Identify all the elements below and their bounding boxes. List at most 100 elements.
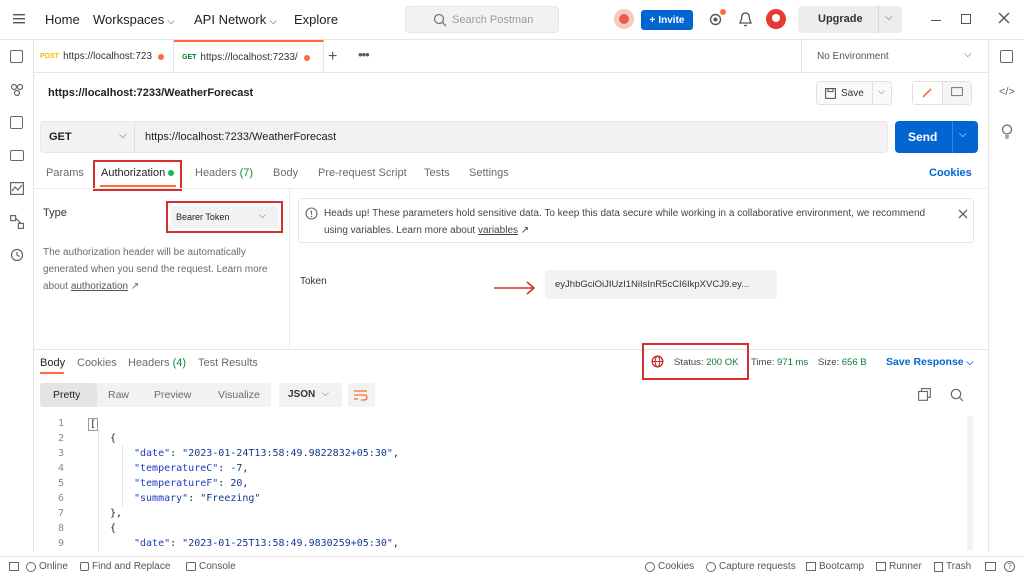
history-icon[interactable] <box>10 248 24 262</box>
view-mode-toggle <box>912 81 972 105</box>
user-avatar[interactable] <box>766 9 786 29</box>
highlight-box <box>93 160 182 191</box>
variables-link[interactable]: variables <box>478 225 518 236</box>
upgrade-button[interactable]: Upgrade ⌵ <box>798 6 902 33</box>
view-tab-visualize[interactable]: Visualize <box>218 389 260 401</box>
send-button[interactable]: Send ⌵ <box>895 121 978 153</box>
scrollbar[interactable] <box>967 416 973 550</box>
chevron-down-icon: ⌵ <box>966 357 974 367</box>
trash-button[interactable]: Trash <box>934 561 971 572</box>
save-icon <box>825 87 836 99</box>
chevron-down-icon[interactable]: ⌵ <box>885 12 893 23</box>
chevron-down-icon: ⌵ <box>322 388 329 398</box>
tab-tests[interactable]: Tests <box>424 167 450 179</box>
online-status[interactable]: Online <box>26 561 68 572</box>
collections-icon[interactable] <box>10 50 23 63</box>
comments-icon[interactable] <box>943 82 971 104</box>
right-sidebar: </> <box>988 40 1024 552</box>
nav-explore[interactable]: Explore <box>294 12 338 27</box>
help-icon[interactable]: ? <box>1004 561 1015 572</box>
view-mode-tabs: Pretty Raw Preview Visualize <box>40 383 271 407</box>
maximize-icon[interactable] <box>961 14 971 24</box>
status-bar: Online Find and Replace Console Cookies … <box>0 556 1024 576</box>
tab-get-request[interactable]: GET https://localhost:7233/ <box>174 40 324 73</box>
unsaved-dot <box>303 54 310 61</box>
tab-settings[interactable]: Settings <box>469 167 509 179</box>
url-input[interactable]: https://localhost:7233/WeatherForecast <box>145 131 336 143</box>
nav-workspaces[interactable]: Workspaces ⌵ <box>93 12 175 27</box>
tab-headers[interactable]: Headers (7) <box>195 167 253 179</box>
chevron-down-icon[interactable]: ⌵ <box>119 130 127 141</box>
invite-button[interactable]: + Invite <box>641 10 693 30</box>
left-sidebar <box>0 40 34 552</box>
save-response-button[interactable]: Save Response ⌵ <box>886 356 973 368</box>
response-tab-cookies[interactable]: Cookies <box>77 357 117 369</box>
lightbulb-icon[interactable] <box>1001 124 1013 139</box>
menu-icon[interactable] <box>13 14 25 24</box>
top-bar: Home Workspaces ⌵ API Network ⌵ Explore … <box>0 0 1024 40</box>
response-body-editor[interactable]: 1[ 2{ 3 "date": "2023-01-24T13:58:49.9822… <box>34 416 974 554</box>
mock-servers-icon[interactable] <box>10 150 24 161</box>
more-tabs-icon[interactable]: ••• <box>358 47 370 62</box>
search-input[interactable]: Search Postman <box>405 6 559 33</box>
security-notice: Heads up! These parameters hold sensitiv… <box>298 198 974 243</box>
cookie-icon <box>645 561 655 572</box>
cookies-link[interactable]: Cookies <box>929 167 972 179</box>
copy-icon[interactable] <box>918 388 931 401</box>
find-replace-button[interactable]: Find and Replace <box>80 561 170 572</box>
method-select[interactable]: GET <box>49 131 72 143</box>
nav-api-network[interactable]: API Network ⌵ <box>194 12 277 27</box>
search-icon[interactable] <box>950 388 964 402</box>
chevron-down-icon: ⌵ <box>269 16 277 26</box>
environment-selector[interactable]: No Environment <box>817 51 889 62</box>
response-tab-headers[interactable]: Headers (4) <box>128 357 186 369</box>
bell-icon[interactable] <box>739 12 752 27</box>
gear-icon[interactable] <box>708 9 726 27</box>
console-button[interactable]: Console <box>186 561 236 572</box>
tab-params[interactable]: Params <box>46 167 84 179</box>
capture-requests-button[interactable]: Capture requests <box>706 561 796 572</box>
request-name[interactable]: https://localhost:7233/WeatherForecast <box>48 87 253 99</box>
chevron-down-icon[interactable]: ⌵ <box>878 86 885 97</box>
flows-icon[interactable] <box>10 215 24 229</box>
capture-icon <box>706 561 716 572</box>
layout-icon[interactable] <box>985 562 996 571</box>
monitors-icon[interactable] <box>10 182 24 195</box>
runner-button[interactable]: Runner <box>876 561 922 572</box>
environments-icon[interactable] <box>10 116 23 129</box>
response-tab-test-results[interactable]: Test Results <box>198 357 258 369</box>
view-tab-preview[interactable]: Preview <box>154 389 191 401</box>
auth-type-label: Type <box>43 207 67 219</box>
bootcamp-button[interactable]: Bootcamp <box>806 561 864 572</box>
tab-body[interactable]: Body <box>273 167 298 179</box>
sidebar-toggle-icon[interactable] <box>9 562 19 571</box>
team-avatar-icon[interactable] <box>614 9 634 29</box>
chevron-down-icon[interactable]: ⌵ <box>959 129 967 140</box>
cookies-button[interactable]: Cookies <box>645 561 694 572</box>
close-icon[interactable] <box>958 209 968 219</box>
highlight-box <box>642 343 749 380</box>
tab-pre-request-script[interactable]: Pre-request Script <box>318 167 407 179</box>
authorization-link[interactable]: authorization <box>71 281 128 292</box>
add-tab-button[interactable]: + <box>328 48 337 66</box>
view-tab-raw[interactable]: Raw <box>108 389 129 401</box>
chevron-down-icon[interactable]: ⌵ <box>964 49 972 60</box>
save-button[interactable]: Save ⌵ <box>816 81 892 105</box>
tab-post-request[interactable]: POST https://localhost:723 <box>34 40 174 73</box>
token-input[interactable]: eyJhbGciOiJIUzI1NiIsInR5cCI6IkpXVCJ9.ey.… <box>545 270 777 299</box>
minimize-icon[interactable] <box>931 20 941 22</box>
edit-icon[interactable] <box>913 82 943 104</box>
close-icon[interactable] <box>998 12 1010 24</box>
documentation-icon[interactable] <box>1000 50 1013 63</box>
response-tab-body[interactable]: Body <box>40 357 65 369</box>
format-select[interactable]: JSON ⌵ <box>279 383 342 407</box>
wrap-lines-button[interactable] <box>348 383 375 407</box>
url-bar: GET ⌵ https://localhost:7233/WeatherFore… <box>40 121 888 153</box>
nav-home[interactable]: Home <box>45 12 80 27</box>
unsaved-dot <box>158 53 165 60</box>
view-tab-pretty[interactable]: Pretty <box>53 389 80 401</box>
external-link-icon: ↗ <box>130 281 140 292</box>
apis-icon[interactable] <box>10 83 24 97</box>
code-icon[interactable]: </> <box>999 86 1015 98</box>
runner-icon <box>876 562 886 571</box>
